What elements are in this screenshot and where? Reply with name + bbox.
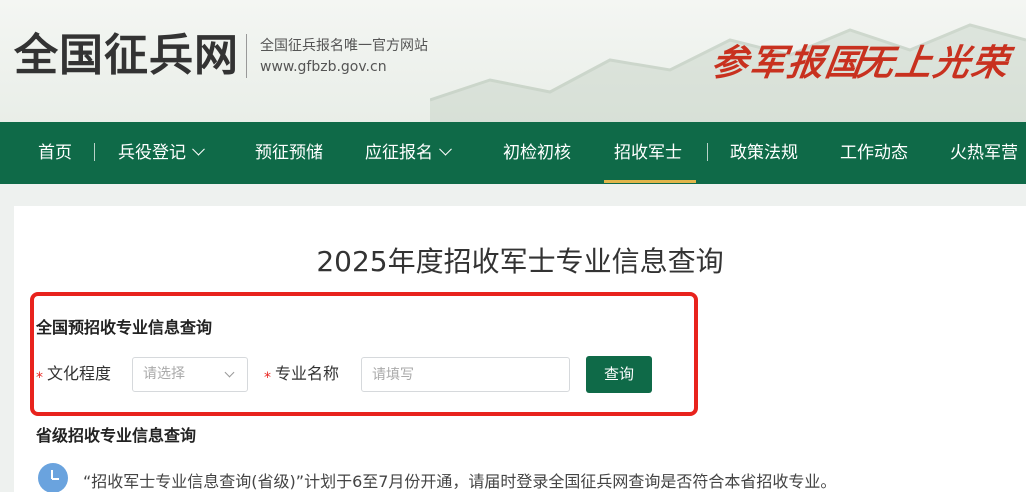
site-url: www.gfbzb.gov.cn bbox=[260, 59, 387, 75]
chevron-down-icon bbox=[224, 367, 235, 378]
nav-item-policies[interactable]: 政策法规 bbox=[730, 122, 798, 184]
education-select-placeholder: 请选择 bbox=[143, 366, 185, 382]
nav-active-indicator bbox=[604, 180, 696, 183]
clock-icon bbox=[38, 463, 68, 492]
nav-item-news[interactable]: 工作动态 bbox=[840, 122, 908, 184]
nav-divider bbox=[707, 143, 708, 161]
education-label-text: 文化程度 bbox=[47, 364, 112, 383]
query-button[interactable]: 查询 bbox=[586, 356, 652, 393]
notice-text: “招收军士专业信息查询(省级)”计划于6至7月份开通，请届时登录全国征兵网查询是… bbox=[83, 472, 837, 491]
nav-item-label: 招收军士 bbox=[614, 143, 682, 163]
nav-item-label: 工作动态 bbox=[840, 143, 908, 163]
education-label: * 文化程度 bbox=[36, 362, 111, 387]
nav-divider bbox=[94, 143, 95, 161]
nav-item-military-life[interactable]: 火热军营 bbox=[950, 122, 1018, 184]
site-logo[interactable]: 全国征兵网 bbox=[14, 28, 239, 84]
major-label-text: 专业名称 bbox=[275, 364, 340, 383]
site-header: 全国征兵网 全国征兵报名唯一官方网站 www.gfbzb.gov.cn 参军报国… bbox=[0, 0, 1026, 122]
nav-item-label: 政策法规 bbox=[730, 143, 798, 163]
nav-item-military-registration[interactable]: 兵役登记 bbox=[118, 122, 205, 184]
nav-item-nco-recruitment[interactable]: 招收军士 bbox=[614, 122, 682, 184]
logo-divider bbox=[246, 34, 247, 78]
nav-item-label: 初检初核 bbox=[503, 143, 571, 163]
highlight-box bbox=[30, 292, 698, 416]
site-tagline: 全国征兵报名唯一官方网站 bbox=[260, 38, 428, 54]
chevron-down-icon bbox=[439, 142, 452, 156]
nav-item-pre-recruitment[interactable]: 预征预储 bbox=[255, 122, 323, 184]
nav-item-label: 火热军营 bbox=[950, 143, 1018, 163]
education-select[interactable]: 请选择 bbox=[132, 357, 248, 392]
required-mark: * bbox=[36, 370, 43, 386]
nav-item-initial-check[interactable]: 初检初核 bbox=[503, 122, 571, 184]
provincial-section-title: 省级招收专业信息查询 bbox=[36, 426, 197, 445]
chevron-down-icon bbox=[192, 142, 205, 156]
nav-item-home[interactable]: 首页 bbox=[38, 122, 72, 184]
nav-item-label: 兵役登记 bbox=[118, 143, 186, 163]
slogan-2: 无上光荣 bbox=[854, 42, 1013, 84]
nav-item-label: 预征预储 bbox=[255, 143, 323, 163]
nav-item-enlistment-signup[interactable]: 应征报名 bbox=[365, 122, 452, 184]
major-name-input[interactable] bbox=[361, 357, 570, 392]
slogan-1: 参军报国 bbox=[708, 42, 867, 84]
national-section-title: 全国预招收专业信息查询 bbox=[36, 318, 213, 337]
required-mark: * bbox=[264, 370, 271, 386]
major-label: * 专业名称 bbox=[264, 362, 339, 387]
main-nav: 首页 兵役登记 预征预储 应征报名 初检初核 招收军士 政策法规 工作动态 火热… bbox=[0, 122, 1026, 184]
nav-item-label: 应征报名 bbox=[365, 143, 433, 163]
nav-item-label: 首页 bbox=[38, 143, 72, 163]
page-title: 2025年度招收军士专业信息查询 bbox=[316, 245, 724, 278]
